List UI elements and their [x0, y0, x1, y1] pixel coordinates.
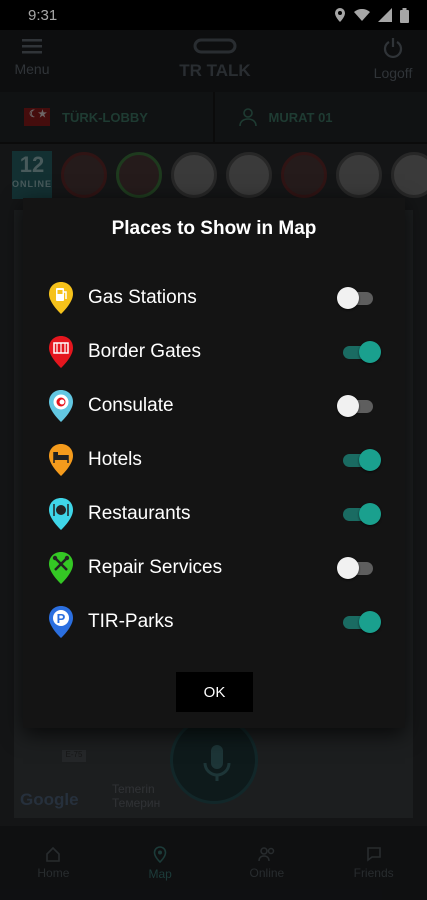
repair-pin-icon [49, 552, 73, 584]
place-row-border-gates[interactable]: Border Gates [23, 325, 405, 379]
place-row-consulate[interactable]: Consulate [23, 379, 405, 433]
toggle-thumb [359, 341, 381, 363]
toggle-thumb [359, 611, 381, 633]
hotels-toggle[interactable] [337, 447, 381, 473]
toggle-thumb [337, 287, 359, 309]
ok-button[interactable]: OK [176, 672, 253, 712]
place-row-repair-services[interactable]: Repair Services [23, 541, 405, 595]
consulate-toggle[interactable] [337, 393, 381, 419]
place-label: Gas Stations [88, 287, 197, 308]
toggle-thumb [337, 557, 359, 579]
svg-text:P: P [57, 611, 66, 626]
restaurants-toggle[interactable] [337, 501, 381, 527]
place-row-hotels[interactable]: Hotels [23, 433, 405, 487]
place-label: Repair Services [88, 557, 223, 578]
parking-pin-icon: P [49, 606, 73, 638]
border-gate-pin-icon [49, 336, 73, 368]
places-dialog: Places to Show in Map Gas Stations Borde… [23, 198, 405, 728]
toggle-thumb [359, 503, 381, 525]
restaurant-pin-icon [49, 498, 73, 530]
place-row-tir-parks[interactable]: P TIR-Parks [23, 595, 405, 649]
place-label: Consulate [88, 395, 174, 416]
hotel-pin-icon [49, 444, 73, 476]
dialog-title: Places to Show in Map [111, 218, 317, 239]
repair-services-toggle[interactable] [337, 555, 381, 581]
place-label: Border Gates [88, 341, 201, 362]
gas-station-pin-icon [49, 282, 73, 314]
place-row-gas-stations[interactable]: Gas Stations [23, 271, 405, 325]
toggle-thumb [337, 395, 359, 417]
border-gates-toggle[interactable] [337, 339, 381, 365]
toggle-thumb [359, 449, 381, 471]
place-row-restaurants[interactable]: Restaurants [23, 487, 405, 541]
place-label: TIR-Parks [88, 611, 174, 632]
place-label: Restaurants [88, 503, 191, 524]
consulate-pin-icon [49, 390, 73, 422]
gas-stations-toggle[interactable] [337, 285, 381, 311]
place-label: Hotels [88, 449, 142, 470]
tir-parks-toggle[interactable] [337, 609, 381, 635]
